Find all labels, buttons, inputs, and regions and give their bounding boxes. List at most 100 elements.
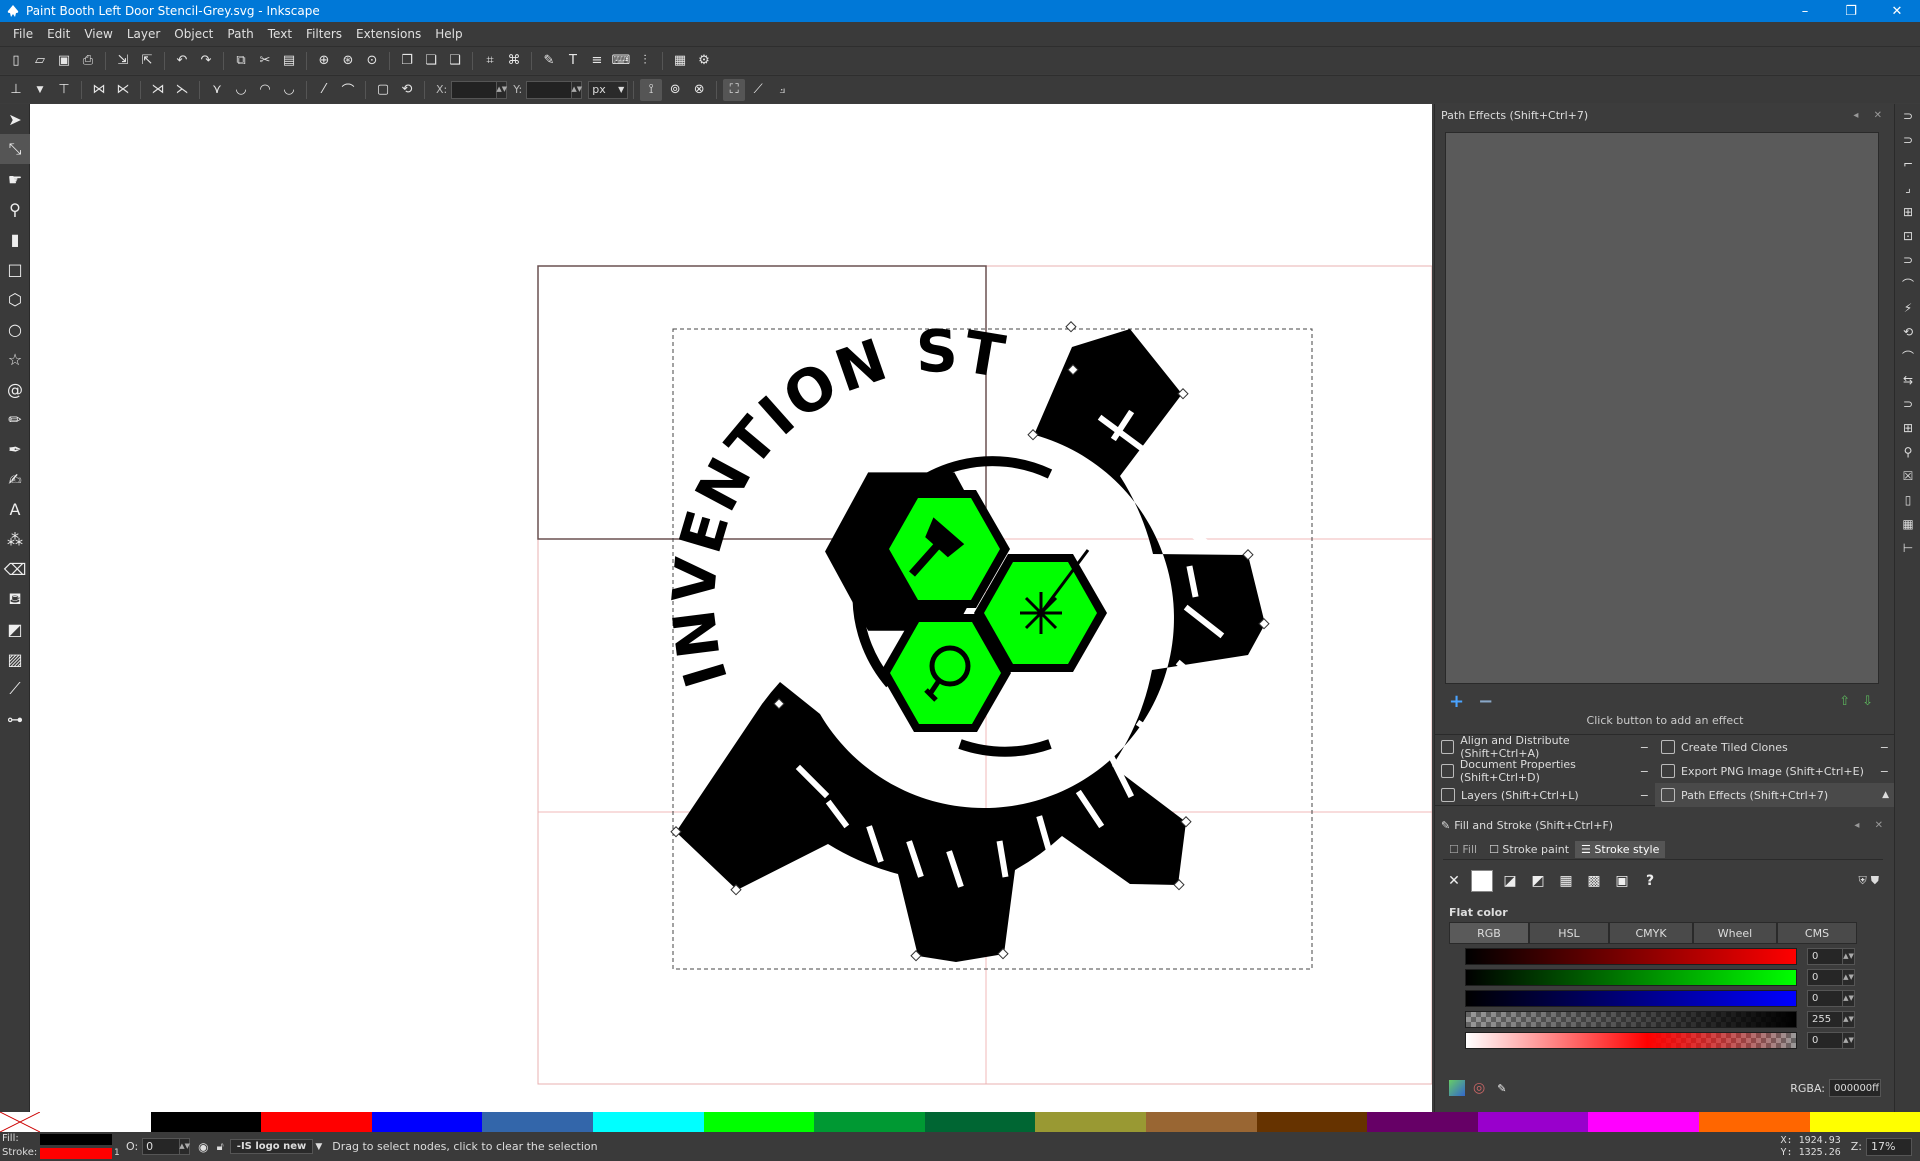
color-mode-rgb[interactable]: RGB [1449, 922, 1529, 944]
snap-bbox-center-icon[interactable]: ⊡ [1895, 224, 1920, 248]
none-swatch[interactable] [0, 1111, 41, 1133]
alpha-value[interactable]: 255 [1807, 1011, 1843, 1028]
fill-rule-evenodd-icon[interactable]: ⛨ [1859, 874, 1867, 888]
rectangle-tool-icon[interactable]: □ [0, 254, 30, 284]
palette-swatch[interactable] [1477, 1112, 1589, 1132]
y-coord-input[interactable] [526, 80, 573, 99]
snap-bbox-corner-icon[interactable]: ⌟ [1895, 176, 1920, 200]
lock-icon[interactable]: 🔓︎ [217, 1140, 224, 1154]
pattern-icon[interactable]: ▦ [1555, 870, 1577, 892]
auto-smooth-node-icon[interactable]: ◡ [278, 79, 300, 101]
3d-box-tool-icon[interactable]: ⬡ [0, 284, 30, 314]
bucket-fill-tool-icon[interactable]: ⛾ [0, 584, 30, 614]
palette-swatch[interactable] [482, 1112, 593, 1132]
stroke-swatch[interactable] [40, 1148, 112, 1159]
snap-bbox-icon[interactable]: ⊃ [1895, 128, 1920, 152]
palette-swatch[interactable] [1256, 1112, 1368, 1132]
snap-smooth-icon[interactable]: ⌒ [1895, 344, 1920, 368]
zoom-tool-icon[interactable]: ⚲ [0, 194, 30, 224]
show-outline-icon[interactable]: ⟓ [771, 79, 793, 101]
palette-swatch[interactable] [261, 1112, 372, 1132]
snap-guide-icon[interactable]: ⊢ [1895, 536, 1920, 560]
eraser-tool-icon[interactable]: ⌫ [0, 554, 30, 584]
panel-controls[interactable]: ◂ ✕ [1853, 110, 1888, 121]
color-mode-cmyk[interactable]: CMYK [1609, 922, 1693, 944]
symmetric-node-icon[interactable]: ◠ [254, 79, 276, 101]
undo-icon[interactable]: ↶ [171, 50, 193, 72]
import-icon[interactable]: ⇲ [112, 50, 134, 72]
snap-enable-icon[interactable]: ⊃ [1895, 104, 1920, 128]
menu-path[interactable]: Path [220, 27, 260, 41]
linear-gradient-icon[interactable]: ◪ [1499, 870, 1521, 892]
alpha-slider[interactable] [1465, 1011, 1797, 1028]
palette-swatch[interactable] [924, 1112, 1036, 1132]
palette-swatch[interactable] [592, 1112, 704, 1132]
collapse-icon[interactable]: − [1640, 789, 1649, 802]
menu-object[interactable]: Object [167, 27, 220, 41]
fill-rule-nonzero-icon[interactable]: ⛊ [1871, 874, 1879, 888]
green-slider[interactable] [1465, 969, 1797, 986]
text-font-icon[interactable]: T [562, 50, 584, 72]
eye-icon[interactable]: ◉ [198, 1140, 208, 1154]
blue-spinner[interactable]: ▲▼ [1843, 990, 1855, 1007]
calligraphy-tool-icon[interactable]: ✍ [0, 464, 30, 494]
snap-bbox-midpoint-icon[interactable]: ⊞ [1895, 200, 1920, 224]
save-icon[interactable]: ▣ [53, 50, 75, 72]
paste-icon[interactable]: ▤ [278, 50, 300, 72]
menu-file[interactable]: File [6, 27, 40, 41]
red-value[interactable]: 0 [1807, 948, 1843, 965]
color-managed-icon[interactable] [1449, 1080, 1465, 1096]
palette-swatch[interactable] [1809, 1112, 1920, 1132]
snap-nodes-icon[interactable]: ⊃ [1895, 248, 1920, 272]
unit-select[interactable]: px ▼ [588, 80, 629, 99]
line-segment-icon[interactable]: ⁄ [313, 79, 335, 101]
color-picker-icon[interactable]: ✎ [1497, 1082, 1506, 1095]
copy-icon[interactable]: ⧉ [230, 50, 252, 72]
menu-layer[interactable]: Layer [120, 27, 167, 41]
move-down-icon[interactable]: ⇩ [1862, 694, 1873, 709]
x-coord-spinner[interactable]: ▲▼ [496, 80, 508, 99]
bezier-tool-icon[interactable]: ✒ [0, 434, 30, 464]
object-to-path-icon[interactable]: ▢ [372, 79, 394, 101]
duplicate-icon[interactable]: ❐ [396, 50, 418, 72]
zoom-selection-icon[interactable]: ⊕ [313, 50, 335, 72]
clip-path-icon[interactable]: ⊗ [688, 79, 710, 101]
snap-bbox-edge-icon[interactable]: ⌐ [1895, 152, 1920, 176]
open-folder-icon[interactable]: ▱ [29, 50, 51, 72]
measure-tool-icon[interactable]: ▮ [0, 224, 30, 254]
tab-path-effects[interactable]: Path Effects (Shift+Ctrl+7) ▲ [1655, 783, 1895, 807]
extra-spinner[interactable]: ▲▼ [1843, 1032, 1855, 1049]
chevron-down-icon[interactable]: ▼ [29, 79, 51, 101]
color-mode-hsl[interactable]: HSL [1529, 922, 1609, 944]
print-icon[interactable]: ⎙ [77, 50, 99, 72]
extra-slider[interactable] [1465, 1032, 1797, 1049]
tab-document-properties[interactable]: Document Properties (Shift+Ctrl+D) − [1435, 758, 1655, 784]
show-transform-handles-icon[interactable]: ⛶ [723, 78, 746, 101]
redo-icon[interactable]: ↷ [195, 50, 217, 72]
zoom-drawing-icon[interactable]: ⊛ [337, 50, 359, 72]
no-paint-icon[interactable]: ✕ [1443, 870, 1465, 892]
tab-stroke-paint[interactable]: ☐ Stroke paint [1483, 843, 1575, 856]
blue-value[interactable]: 0 [1807, 990, 1843, 1007]
tab-fill[interactable]: ☐ Fill [1443, 843, 1483, 856]
menu-extensions[interactable]: Extensions [349, 27, 428, 41]
out-of-gamut-icon[interactable]: ◎ [1473, 1080, 1485, 1096]
menu-edit[interactable]: Edit [40, 27, 77, 41]
text-tool-icon[interactable]: A [0, 494, 30, 524]
selector-tool-icon[interactable]: ➤ [0, 104, 30, 134]
gradient-tool-icon[interactable]: ◩ [0, 614, 30, 644]
menu-text[interactable]: Text [261, 27, 299, 41]
show-bezier-handles-icon[interactable]: ⟋ [747, 79, 769, 101]
rgba-input[interactable]: 000000ff [1829, 1079, 1881, 1097]
color-mode-cms[interactable]: CMS [1777, 922, 1857, 944]
show-path-outline-icon[interactable]: ⟟ [640, 78, 663, 101]
drawing-canvas[interactable]: INVENTION STUDIO [30, 104, 1432, 1112]
green-spinner[interactable]: ▲▼ [1843, 969, 1855, 986]
snap-text-baseline-icon[interactable]: ☒ [1895, 464, 1920, 488]
palette-swatch[interactable] [1145, 1112, 1257, 1132]
fill-swatch[interactable] [40, 1134, 112, 1145]
extra-value[interactable]: 0 [1807, 1032, 1843, 1049]
delete-node-icon[interactable]: ⊤ [53, 79, 75, 101]
alpha-spinner[interactable]: ▲▼ [1843, 1011, 1855, 1028]
unlink-clone-icon[interactable]: ❑ [444, 50, 466, 72]
